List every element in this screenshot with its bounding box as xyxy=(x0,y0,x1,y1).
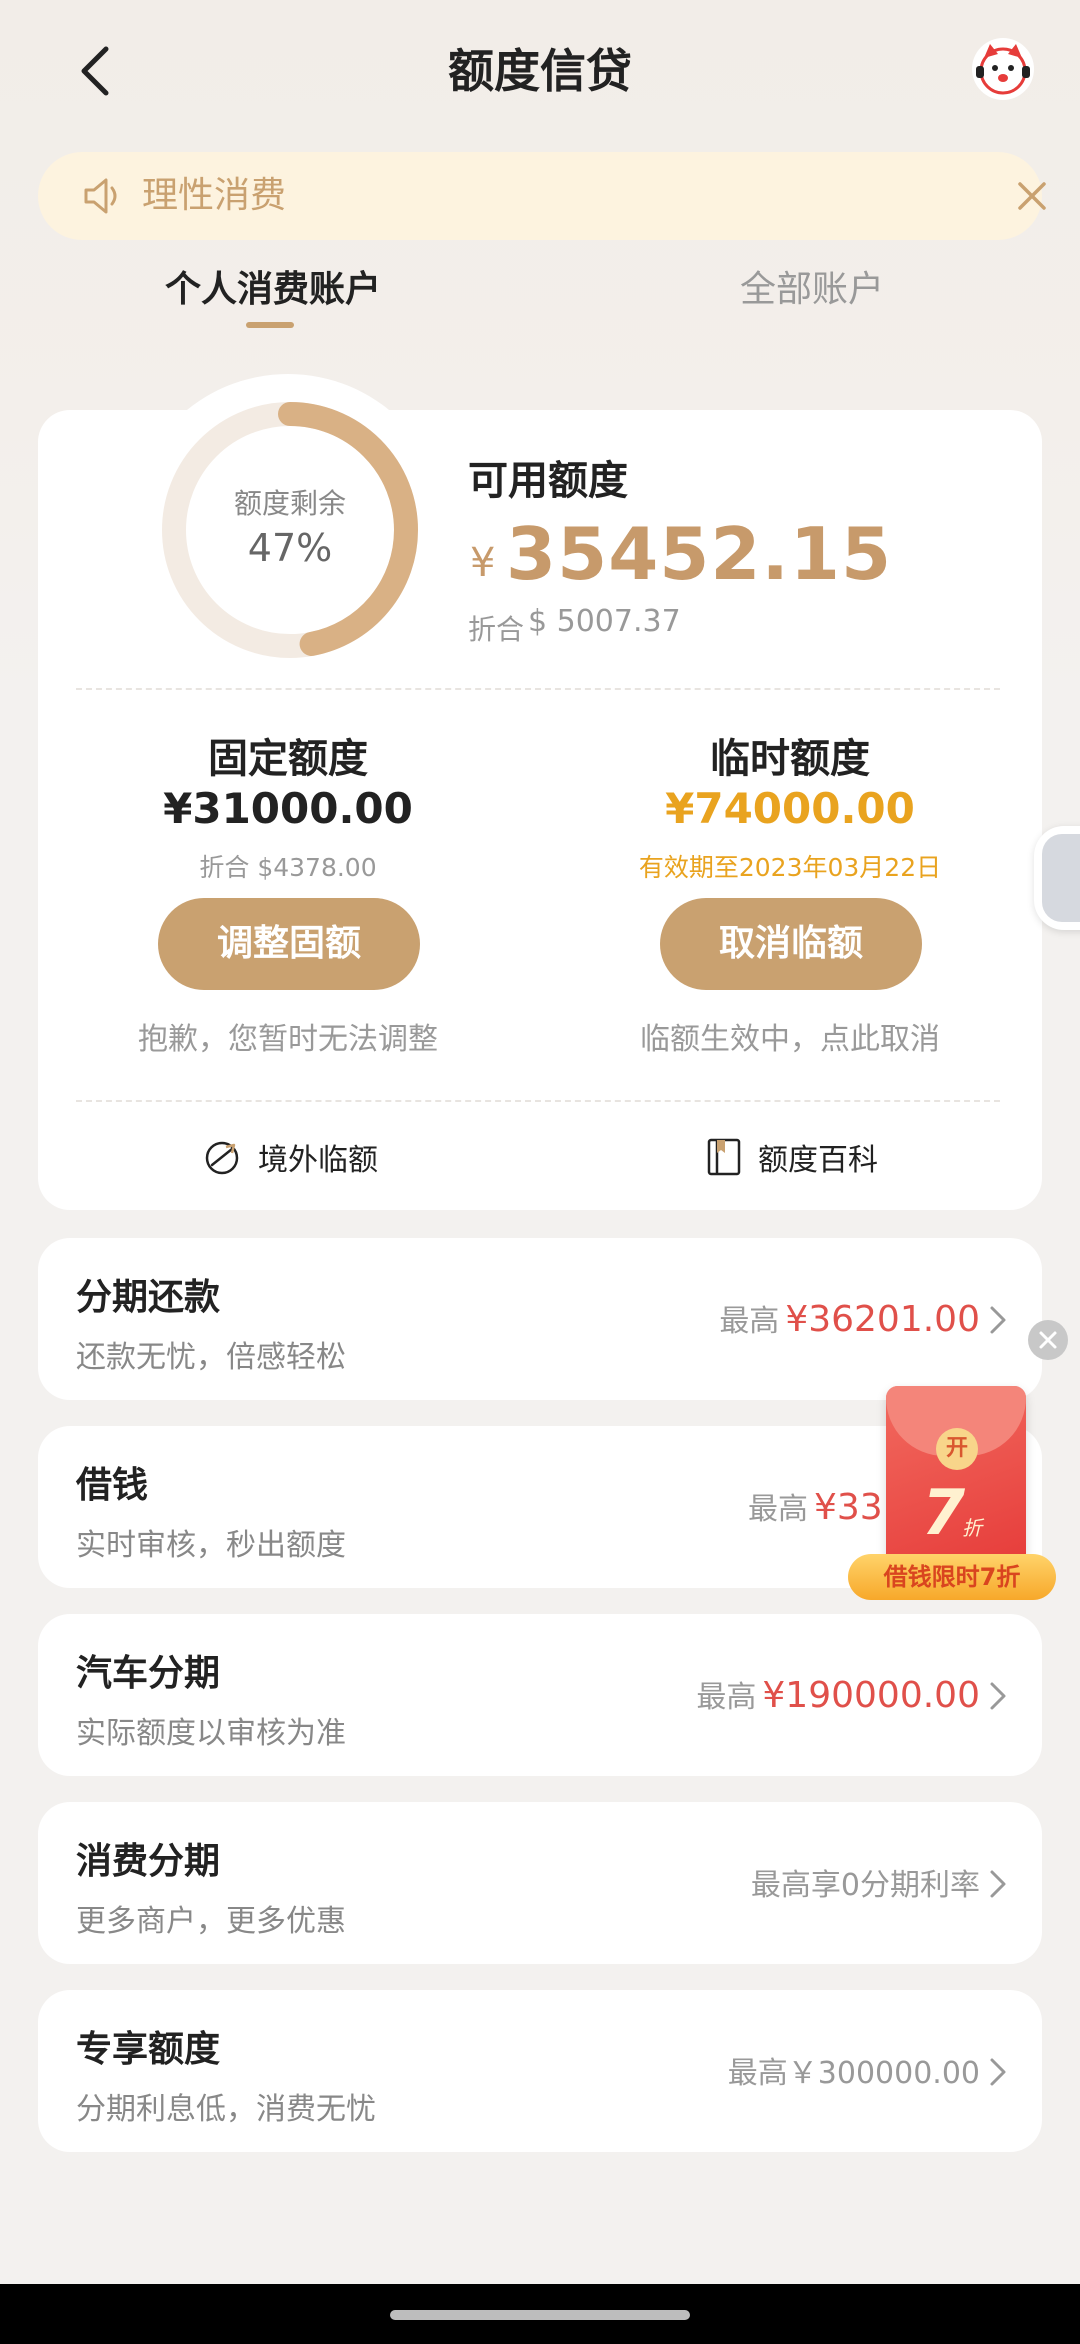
product-subtitle: 还款无忧，倍感轻松 xyxy=(76,1340,346,1375)
product-title: 汽车分期 xyxy=(76,1653,221,1694)
usd-equivalent-label: 折合 xyxy=(468,613,525,646)
fixed-credit-note: 抱歉，您暂时无法调整 xyxy=(138,1022,438,1057)
product-limit-text: 最高￥300000.00 xyxy=(727,2056,980,2091)
temporary-credit-note: 临额生效中，点此取消 xyxy=(640,1022,940,1057)
credit-wiki-label: 额度百科 xyxy=(758,1143,878,1178)
product-limit: 最高￥300000.00 xyxy=(728,2048,980,2092)
product-limit-text: 最高享0分期利率 xyxy=(750,1868,980,1903)
chevron-right-icon xyxy=(990,1306,1006,1334)
floating-assistant[interactable] xyxy=(1034,826,1080,930)
overseas-temp-credit-link[interactable]: 境外临额 xyxy=(202,1132,378,1182)
notice-bar: 理性消费 xyxy=(38,152,1046,240)
divider xyxy=(76,688,1000,690)
product-row-consumer-installment[interactable]: 消费分期 更多商户，更多优惠 最高享0分期利率 xyxy=(38,1802,1042,1964)
credit-wiki-link[interactable]: 额度百科 xyxy=(706,1132,878,1182)
product-title: 分期还款 xyxy=(76,1277,221,1318)
product-limit: 最高 ¥36201.00 xyxy=(719,1296,980,1340)
promo-ribbon: 借钱限时7折 xyxy=(848,1554,1056,1600)
close-icon[interactable] xyxy=(1012,176,1052,216)
product-limit-label: 最高 xyxy=(696,1680,757,1715)
product-row-installment-repay[interactable]: 分期还款 还款无忧，倍感轻松 最高 ¥36201.00 xyxy=(38,1238,1042,1400)
promo-discount-unit: 折 xyxy=(962,1516,982,1540)
available-credit-amount: 35452.15 xyxy=(506,512,893,596)
product-title: 借钱 xyxy=(76,1465,149,1506)
product-limit-label: 最高 xyxy=(748,1492,808,1527)
promo-coin: 开 xyxy=(936,1428,978,1470)
product-subtitle: 更多商户，更多优惠 xyxy=(76,1904,346,1939)
product-subtitle: 实时审核，秒出额度 xyxy=(76,1528,346,1563)
ring-percent: 47% xyxy=(247,526,333,570)
close-icon xyxy=(1039,1331,1057,1349)
temporary-credit-amount: ¥74000.00 xyxy=(665,784,915,833)
product-limit: 最高享0分期利率 xyxy=(751,1860,980,1904)
header: 额度信贷 xyxy=(0,0,1080,140)
promo-discount-number: 7 xyxy=(922,1476,966,1549)
tab-all-accounts[interactable]: 全部账户 xyxy=(740,262,884,318)
product-row-car-installment[interactable]: 汽车分期 实际额度以审核为准 最高 ¥190000.00 xyxy=(38,1614,1042,1776)
product-limit-value: ¥36201.00 xyxy=(785,1299,980,1340)
product-limit-value: ¥190000.00 xyxy=(762,1675,980,1716)
ring-label: 额度剩余 xyxy=(233,487,346,520)
assistant-avatar-icon xyxy=(1042,834,1080,922)
mascot-avatar[interactable] xyxy=(972,38,1034,100)
product-subtitle: 实际额度以审核为准 xyxy=(76,1716,346,1751)
overseas-temp-credit-label: 境外临额 xyxy=(258,1143,378,1178)
mascot-icon xyxy=(976,44,1030,95)
tab-personal-account[interactable]: 个人消费账户 xyxy=(165,262,381,318)
product-title: 消费分期 xyxy=(76,1841,221,1882)
product-subtitle: 分期利息低，消费无忧 xyxy=(76,2092,376,2127)
promo-close-button[interactable] xyxy=(1028,1320,1068,1360)
available-credit-title: 可用额度 xyxy=(468,458,628,504)
home-indicator[interactable] xyxy=(390,2310,690,2320)
promo-red-envelope[interactable]: 开 7 折 借钱限时7折 xyxy=(848,1386,1058,1602)
fixed-credit-usd: 折合 $4378.00 xyxy=(199,853,377,882)
page-title: 额度信贷 xyxy=(448,44,632,98)
book-icon xyxy=(707,1138,741,1176)
product-title: 专享额度 xyxy=(76,2029,221,2070)
system-navigation-bar xyxy=(0,2284,1080,2344)
fixed-credit-amount: ¥31000.00 xyxy=(163,784,413,833)
speaker-icon xyxy=(84,178,117,214)
product-row-exclusive-credit[interactable]: 专享额度 分期利息低，消费无忧 最高￥300000.00 xyxy=(38,1990,1042,2152)
notice-text: 理性消费 xyxy=(142,175,287,216)
cancel-temporary-credit-button[interactable]: 取消临额 xyxy=(660,898,922,990)
adjust-fixed-credit-button[interactable]: 调整固额 xyxy=(158,898,420,990)
temporary-credit-validity: 有效期至2023年03月22日 xyxy=(638,853,942,882)
temporary-credit-title: 临时额度 xyxy=(710,736,870,782)
chevron-right-icon xyxy=(990,1870,1006,1898)
usd-equivalent-amount: $ 5007.37 xyxy=(528,604,681,639)
fixed-credit-title: 固定额度 xyxy=(208,736,368,782)
divider xyxy=(76,1100,1000,1102)
product-limit: 最高 ¥190000.00 xyxy=(696,1672,980,1716)
chevron-right-icon xyxy=(990,2058,1006,2086)
tab-active-indicator xyxy=(246,322,294,328)
chevron-right-icon xyxy=(990,1682,1006,1710)
currency-symbol: ¥ xyxy=(470,540,496,586)
product-limit-label: 最高 xyxy=(719,1304,780,1339)
globe-plane-icon xyxy=(205,1141,239,1175)
